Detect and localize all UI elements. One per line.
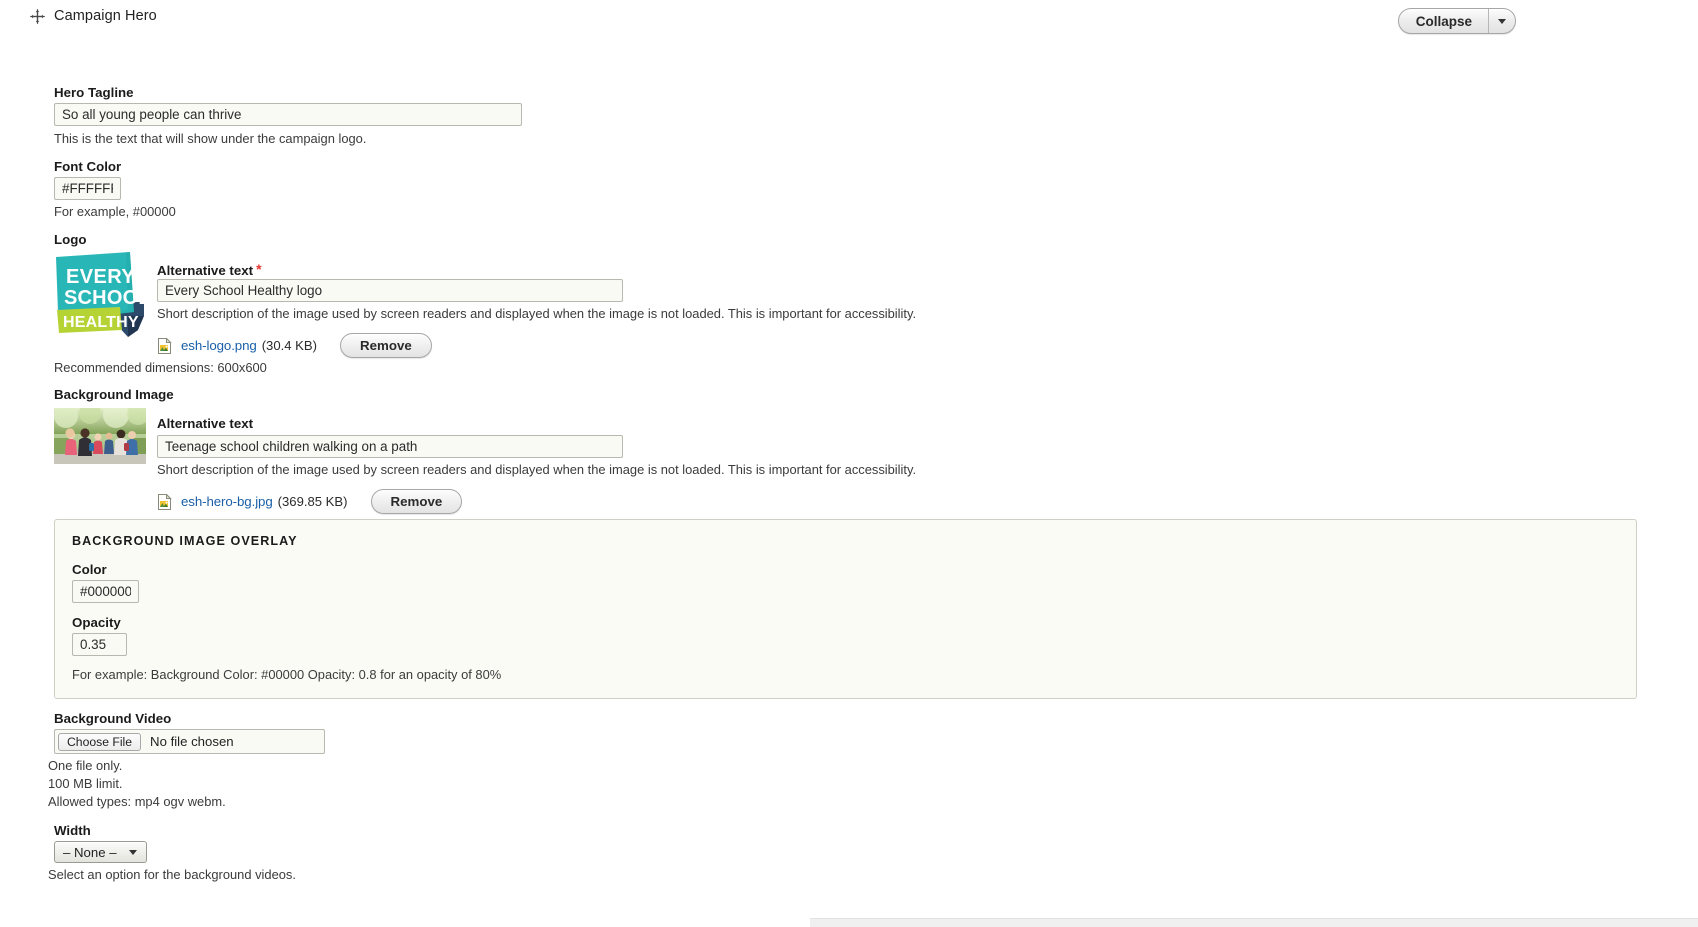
page-title: Campaign Hero <box>54 8 157 24</box>
background-image-overlay-fieldset: BACKGROUND IMAGE OVERLAY Color Opacity F… <box>54 519 1637 699</box>
logo-remove-button[interactable]: Remove <box>340 333 432 358</box>
overlay-legend: BACKGROUND IMAGE OVERLAY <box>72 534 298 548</box>
campaign-hero-form: Campaign Hero Collapse Hero Tagline This… <box>0 0 1698 927</box>
hero-tagline-input[interactable] <box>54 103 522 126</box>
image-file-icon <box>157 493 172 510</box>
background-image-alt-text-label: Alternative text <box>157 416 254 431</box>
width-select-value: – None – <box>63 844 117 860</box>
background-video-desc-types: Allowed types: mp4 ogv webm. <box>48 794 226 809</box>
component-header-left: Campaign Hero <box>30 8 157 25</box>
logo-dimensions-note: Recommended dimensions: 600x600 <box>54 360 267 375</box>
collapse-split-button[interactable]: Collapse <box>1397 8 1516 34</box>
svg-text:HEALTHY: HEALTHY <box>63 314 139 331</box>
overlay-color-label: Color <box>72 562 107 577</box>
collapse-dropdown-toggle[interactable] <box>1489 9 1515 33</box>
background-image-file-size: (369.85 KB) <box>277 494 348 509</box>
logo-file-link[interactable]: esh-logo.png <box>181 338 257 353</box>
background-video-file-input[interactable]: Choose File No file chosen <box>54 729 325 754</box>
background-image-alt-text-input[interactable] <box>157 435 623 458</box>
font-color-input[interactable] <box>54 177 121 200</box>
overlay-color-input[interactable] <box>72 580 139 603</box>
hero-tagline-label: Hero Tagline <box>54 85 134 100</box>
background-video-desc-limit: 100 MB limit. <box>48 776 123 791</box>
required-marker: * <box>256 261 262 277</box>
collapse-button[interactable]: Collapse <box>1399 9 1489 33</box>
background-image-alt-text-description: Short description of the image used by s… <box>157 462 917 477</box>
logo-alt-text-input[interactable] <box>157 279 623 302</box>
move-cross-icon[interactable] <box>30 9 45 24</box>
overlay-opacity-label: Opacity <box>72 615 121 630</box>
font-color-label: Font Color <box>54 159 122 174</box>
font-color-description: For example, #00000 <box>54 204 176 219</box>
logo-thumbnail: EVERY SCHOOL HEALTHY <box>54 250 145 337</box>
overlay-opacity-input[interactable] <box>72 633 127 656</box>
background-video-desc-one-file: One file only. <box>48 758 123 773</box>
component-header: Campaign Hero Collapse <box>0 0 1698 41</box>
width-label: Width <box>54 823 91 838</box>
logo-alt-text-label: Alternative text * <box>157 261 262 279</box>
overlay-description: For example: Background Color: #00000 Op… <box>72 667 502 682</box>
chevron-down-icon <box>123 849 143 855</box>
svg-text:EVERY: EVERY <box>66 266 135 288</box>
logo-alt-text-description: Short description of the image used by s… <box>157 306 917 321</box>
chevron-down-icon <box>1498 18 1506 24</box>
background-video-label: Background Video <box>54 711 172 726</box>
logo-file-row: esh-logo.png (30.4 KB) Remove <box>157 333 432 358</box>
background-image-thumbnail <box>54 408 146 464</box>
background-image-remove-button[interactable]: Remove <box>370 489 463 514</box>
no-file-chosen-text: No file chosen <box>150 734 234 749</box>
logo-alt-text-label-text: Alternative text <box>157 263 254 278</box>
hero-tagline-description: This is the text that will show under th… <box>54 131 367 146</box>
background-image-file-row: esh-hero-bg.jpg (369.85 KB) Remove <box>157 489 463 514</box>
image-file-icon <box>157 337 172 354</box>
width-select[interactable]: – None – <box>54 841 147 863</box>
choose-file-button[interactable]: Choose File <box>58 732 142 751</box>
logo-label: Logo <box>54 232 87 247</box>
background-image-file-link[interactable]: esh-hero-bg.jpg <box>181 494 273 509</box>
horizontal-scrollbar[interactable] <box>810 918 1698 927</box>
svg-text:SCHOOL: SCHOOL <box>64 287 145 309</box>
background-image-label: Background Image <box>54 387 174 402</box>
logo-file-size: (30.4 KB) <box>261 338 317 353</box>
width-description: Select an option for the background vide… <box>48 867 296 882</box>
